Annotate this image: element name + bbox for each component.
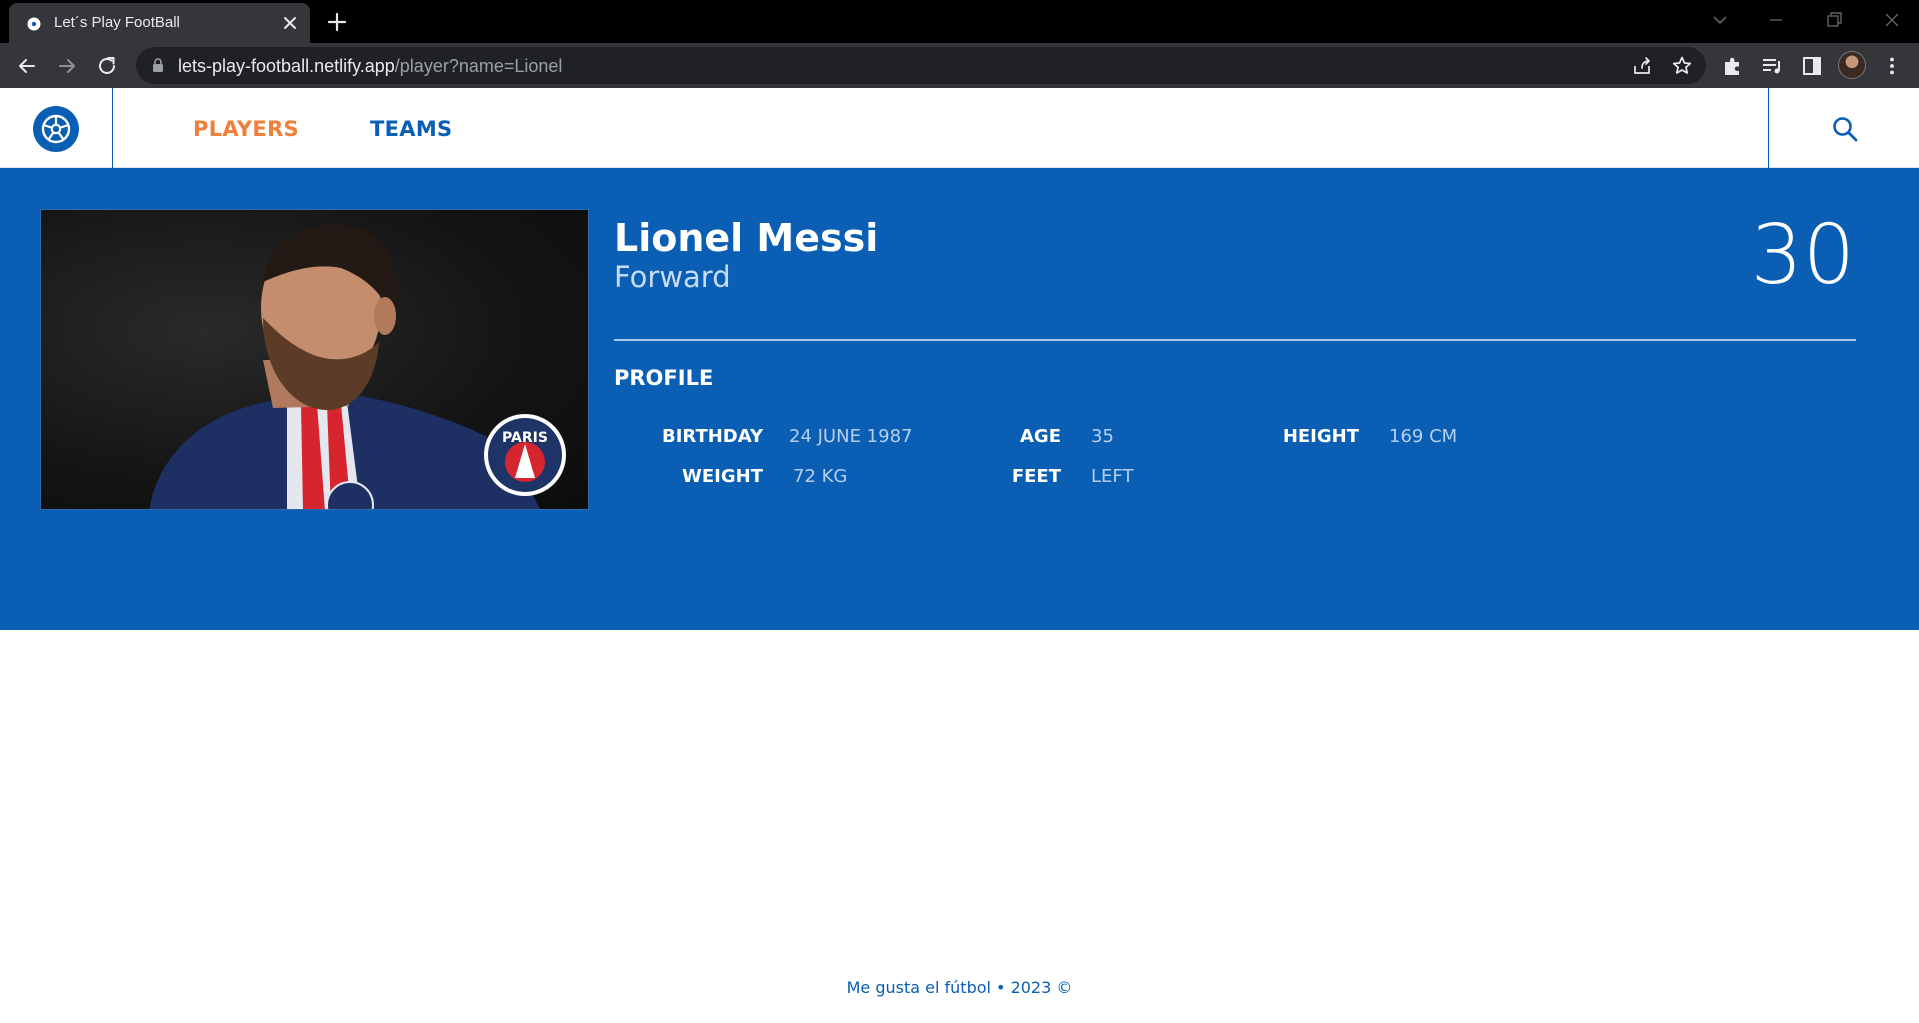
browser-tab[interactable]: Let´s Play FootBall xyxy=(9,3,310,43)
url-path: /player?name=Lionel xyxy=(394,56,563,76)
player-number: 30 xyxy=(1750,208,1855,303)
minimize-window-icon[interactable] xyxy=(1762,8,1790,32)
forward-icon[interactable] xyxy=(54,53,80,79)
url-text: lets-play-football.netlify.app/player?na… xyxy=(178,56,562,77)
restore-window-icon[interactable] xyxy=(1820,8,1848,32)
player-photo: PARIS xyxy=(40,209,589,510)
weight-value: 72 KG xyxy=(793,466,848,487)
height-label: HEIGHT xyxy=(1282,426,1359,447)
age-value: 35 xyxy=(1091,426,1114,447)
extensions-puzzle-icon[interactable] xyxy=(1720,53,1746,79)
nav-teams-link[interactable]: TEAMS xyxy=(370,117,452,141)
player-hero: PARIS Lionel Messi Forward 30 PROFILE BI… xyxy=(0,168,1919,630)
height-value: 169 CM xyxy=(1389,426,1458,447)
browser-menu-icon[interactable] xyxy=(1879,53,1905,79)
media-queue-icon[interactable] xyxy=(1759,53,1785,79)
tab-title: Let´s Play FootBall xyxy=(54,14,180,31)
search-icon[interactable] xyxy=(1831,115,1859,143)
logo-cell xyxy=(0,88,113,168)
profile-heading: PROFILE xyxy=(614,366,714,390)
lock-icon[interactable] xyxy=(152,58,164,73)
back-icon[interactable] xyxy=(14,53,40,79)
url-host: lets-play-football.netlify.app xyxy=(178,56,395,76)
age-label: AGE xyxy=(1019,426,1061,447)
browser-toolbar: lets-play-football.netlify.app/player?na… xyxy=(0,43,1919,88)
nav-players-link[interactable]: PLAYERS xyxy=(193,117,299,141)
crest-text: PARIS xyxy=(502,430,548,446)
browser-tab-strip: Let´s Play FootBall xyxy=(0,0,1919,43)
search-cell xyxy=(1768,88,1919,168)
site-header: PLAYERS TEAMS xyxy=(0,88,1919,168)
football-logo-icon[interactable] xyxy=(33,106,79,152)
feet-value: LEFT xyxy=(1091,466,1134,487)
footer-text: Me gusta el fútbol • 2023 © xyxy=(846,978,1073,997)
birthday-label: BIRTHDAY xyxy=(662,426,763,447)
feet-label: FEET xyxy=(1011,466,1061,487)
tab-search-chevron-icon[interactable] xyxy=(1706,8,1734,32)
player-photo-illustration: PARIS xyxy=(149,224,566,509)
bookmark-star-icon[interactable] xyxy=(1670,54,1694,78)
side-panel-icon[interactable] xyxy=(1799,53,1825,79)
divider xyxy=(614,339,1856,341)
close-window-icon[interactable] xyxy=(1878,8,1906,32)
profile-avatar[interactable] xyxy=(1838,51,1866,79)
close-tab-icon[interactable] xyxy=(281,14,299,32)
player-position: Forward xyxy=(614,260,731,294)
address-bar[interactable]: lets-play-football.netlify.app/player?na… xyxy=(136,47,1706,84)
player-name: Lionel Messi xyxy=(614,216,879,260)
football-favicon-icon xyxy=(27,17,41,31)
birthday-value: 24 JUNE 1987 xyxy=(789,426,913,447)
reload-icon[interactable] xyxy=(94,53,120,79)
weight-label: WEIGHT xyxy=(682,466,763,487)
share-icon[interactable] xyxy=(1630,54,1654,78)
new-tab-icon[interactable] xyxy=(325,10,349,34)
